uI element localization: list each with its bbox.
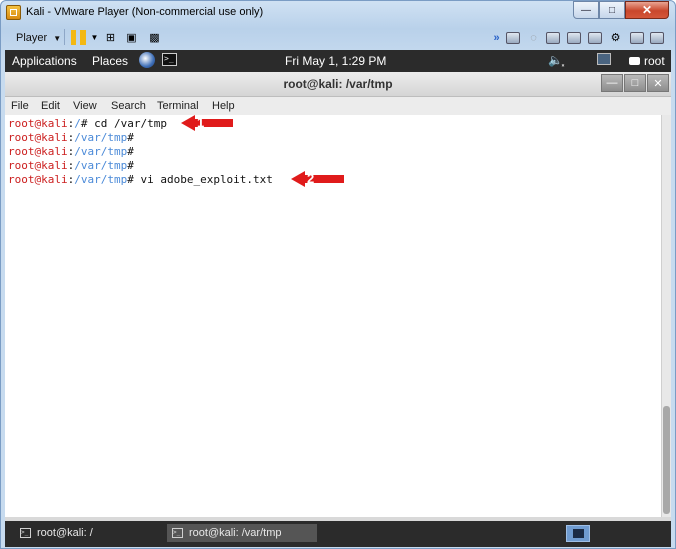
arrow-head bbox=[291, 171, 305, 187]
terminal-line: root@kali:/var/tmp# bbox=[8, 159, 134, 172]
floppy-icon[interactable] bbox=[546, 32, 560, 44]
usb-device-icon[interactable] bbox=[588, 32, 602, 44]
sound-card-icon[interactable]: ⚙ bbox=[608, 30, 623, 45]
window-title-bar: Kali - VMware Player (Non-commercial use… bbox=[1, 1, 675, 25]
gnome-top-panel: Applications Places >_ Fri May 1, 1:29 P… bbox=[5, 50, 671, 72]
minimize-button[interactable]: — bbox=[573, 1, 599, 19]
network-icon[interactable] bbox=[597, 53, 611, 65]
menu-edit[interactable]: Edit bbox=[41, 100, 60, 112]
pause-icon[interactable] bbox=[71, 30, 86, 45]
prompt-path: /var/tmp bbox=[74, 173, 128, 186]
taskbar-item-var-tmp[interactable]: >_ root@kali: /var/tmp bbox=[167, 524, 317, 542]
prompt-path: /var/tmp bbox=[74, 159, 128, 172]
workspace-switcher[interactable] bbox=[566, 525, 590, 542]
command-text: cd /var/tmp bbox=[94, 117, 167, 130]
terminal-line: root@kali:/var/tmp# bbox=[8, 145, 134, 158]
browser-icon[interactable] bbox=[139, 52, 155, 68]
terminal-close-button[interactable]: ✕ bbox=[647, 74, 669, 92]
terminal-maximize-button[interactable]: □ bbox=[624, 74, 646, 92]
prompt-user: root@kali bbox=[8, 159, 68, 172]
hard-disk-icon[interactable] bbox=[506, 32, 520, 44]
menu-view[interactable]: View bbox=[73, 100, 97, 112]
terminal-scrollbar[interactable] bbox=[661, 115, 671, 517]
annotation-arrow-2: 2 bbox=[291, 171, 344, 187]
gnome-bottom-panel: >_ root@kali: / >_ root@kali: /var/tmp bbox=[5, 521, 671, 547]
command-text: vi adobe_exploit.txt bbox=[140, 173, 273, 186]
terminal-menubar: File Edit View Search Terminal Help bbox=[5, 97, 671, 115]
chat-icon bbox=[629, 57, 640, 65]
user-menu[interactable]: root bbox=[629, 54, 665, 68]
terminal-launcher-icon[interactable]: >_ bbox=[162, 53, 177, 66]
terminal-minimize-button[interactable]: — bbox=[601, 74, 623, 92]
toolbar-separator bbox=[64, 29, 65, 45]
fullscreen-icon[interactable]: ▣ bbox=[124, 30, 139, 45]
scrollbar-thumb[interactable] bbox=[663, 406, 670, 514]
prompt-path: / bbox=[74, 117, 81, 130]
window-controls: — □ ✕ bbox=[573, 1, 669, 19]
maximize-button[interactable]: □ bbox=[599, 1, 625, 19]
annotation-number: 1 bbox=[197, 115, 205, 130]
vmware-player-window: Kali - VMware Player (Non-commercial use… bbox=[0, 0, 676, 549]
prompt-path: /var/tmp bbox=[74, 131, 128, 144]
window-title: Kali - VMware Player (Non-commercial use… bbox=[26, 6, 264, 18]
menu-help[interactable]: Help bbox=[212, 100, 235, 112]
menu-search[interactable]: Search bbox=[111, 100, 146, 112]
menu-terminal[interactable]: Terminal bbox=[157, 100, 199, 112]
user-name: root bbox=[644, 54, 665, 68]
cd-drive-icon[interactable]: ◌ bbox=[526, 30, 541, 45]
terminal-title: root@kali: /var/tmp bbox=[283, 77, 393, 91]
chevron-down-icon: ▼ bbox=[53, 33, 62, 43]
terminal-window-controls: — □ ✕ bbox=[600, 74, 669, 92]
volume-muted-icon[interactable]: 🔈͓ bbox=[548, 53, 563, 67]
terminal-line: root@kali:/var/tmp# bbox=[8, 131, 134, 144]
unity-icon[interactable]: ▩ bbox=[147, 30, 162, 45]
more-devices-icon[interactable]: » bbox=[489, 30, 504, 45]
menu-file[interactable]: File bbox=[11, 100, 29, 112]
network-adapter-icon[interactable] bbox=[567, 32, 581, 44]
taskbar-label: root@kali: / bbox=[37, 527, 93, 539]
terminal-line: root@kali:/var/tmp# vi adobe_exploit.txt bbox=[8, 173, 273, 186]
places-menu[interactable]: Places bbox=[92, 54, 128, 68]
terminal-title-bar: root@kali: /var/tmp — □ ✕ bbox=[5, 72, 671, 97]
display-icon[interactable] bbox=[650, 32, 664, 44]
annotation-arrow-1: 1 bbox=[181, 115, 233, 131]
prompt-user: root@kali bbox=[8, 145, 68, 158]
annotation-number: 2 bbox=[307, 171, 315, 186]
prompt-user: root@kali bbox=[8, 131, 68, 144]
close-button[interactable]: ✕ bbox=[625, 1, 669, 19]
vmware-toolbar: Player ▼ ▼ ⊞ ▣ ▩ » ◌ ⚙ bbox=[5, 26, 671, 50]
terminal-icon: >_ bbox=[20, 528, 31, 538]
prompt-user: root@kali bbox=[8, 173, 68, 186]
vmware-app-icon bbox=[6, 5, 21, 20]
pause-dropdown-icon[interactable]: ▼ bbox=[87, 30, 102, 45]
terminal-line: root@kali:/# cd /var/tmp bbox=[8, 117, 167, 130]
player-label: Player bbox=[16, 32, 48, 44]
send-ctrl-alt-del-icon[interactable]: ⊞ bbox=[103, 30, 118, 45]
clock[interactable]: Fri May 1, 1:29 PM bbox=[285, 54, 386, 68]
player-menu-button[interactable]: Player ▼ bbox=[7, 28, 70, 48]
arrow-head bbox=[181, 115, 195, 131]
terminal-output[interactable]: root@kali:/# cd /var/tmp root@kali:/var/… bbox=[5, 115, 661, 517]
prompt-user: root@kali bbox=[8, 117, 68, 130]
terminal-icon: >_ bbox=[172, 528, 183, 538]
prompt-path: /var/tmp bbox=[74, 145, 128, 158]
guest-screen: Applications Places >_ Fri May 1, 1:29 P… bbox=[5, 50, 671, 547]
printer-icon[interactable] bbox=[630, 32, 644, 44]
taskbar-item-root[interactable]: >_ root@kali: / bbox=[15, 524, 165, 542]
terminal-icon bbox=[573, 529, 584, 538]
applications-menu[interactable]: Applications bbox=[12, 54, 77, 68]
taskbar-label: root@kali: /var/tmp bbox=[189, 527, 282, 539]
